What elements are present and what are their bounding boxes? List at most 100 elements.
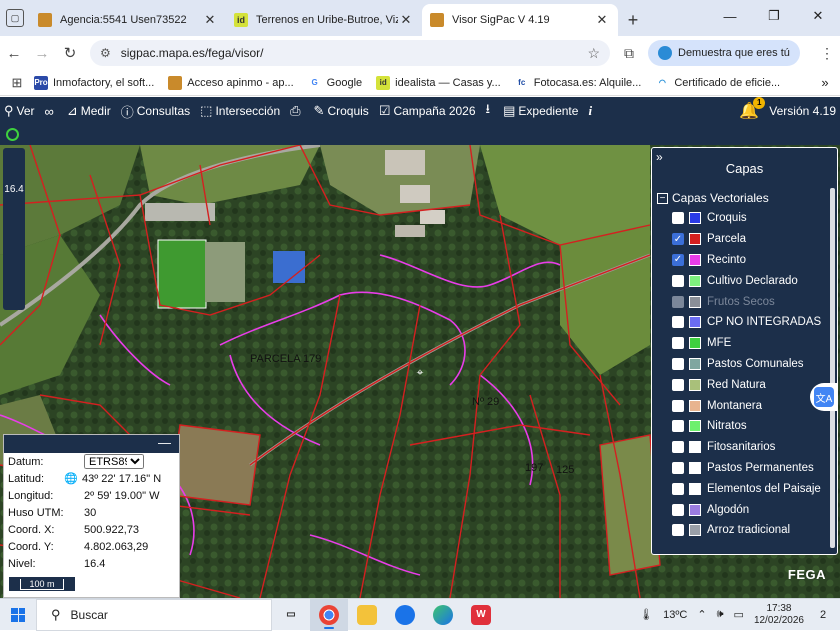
interseccion-button[interactable]: ⬚ Intersección [200,103,280,119]
layer-row[interactable]: ✓ Recinto [652,250,837,271]
more-bookmarks-icon[interactable]: » [810,75,840,90]
site-info-icon[interactable]: ⚙ [100,46,111,60]
layer-row[interactable]: Pastos Comunales [652,354,837,375]
binoculars-button[interactable]: ∞ [45,104,57,119]
taskbar-search[interactable]: ⚲ Buscar [36,598,272,631]
app-red-button[interactable]: W [462,599,500,631]
layer-row[interactable]: CP NO INTEGRADAS [652,312,837,333]
layer-checkbox[interactable] [672,316,684,329]
new-tab-button[interactable]: + [618,4,648,36]
extensions-icon[interactable]: ⧉ [624,45,634,62]
url-field[interactable]: ⚙ sigpac.mapa.es/fega/visor/ ☆ [90,40,610,66]
bookmark-inmofactory[interactable]: Pro Inmofactory, el soft... [34,75,154,90]
chevron-up-icon[interactable]: ⌃ [697,608,706,621]
ver-button[interactable]: ⚲ Ver [4,103,35,119]
layer-row[interactable]: Arroz tradicional [652,520,837,541]
layer-row[interactable]: Cultivo Declarado [652,270,837,291]
bookmark-star-icon[interactable]: ☆ [587,45,600,62]
minimize-window-button[interactable]: — [708,0,752,32]
back-arrow-icon[interactable]: ← [0,45,28,62]
layer-checkbox[interactable] [672,482,684,495]
display-icon[interactable]: ▭ [734,608,744,621]
zoom-level-slider[interactable]: 16.4 [3,148,25,310]
layer-checkbox[interactable] [672,441,684,454]
chrome-taskbar-button[interactable] [310,598,348,631]
layer-row[interactable]: ✓ Parcela [652,229,837,250]
collapse-panel-icon[interactable]: » [656,150,663,164]
clock[interactable]: 17:38 12/02/2026 [754,603,804,627]
edge-button[interactable] [424,599,462,631]
bookmark-certificado[interactable]: ◠ Certificado de eficie... [655,75,780,90]
layer-label: Cultivo Declarado [707,274,798,287]
forward-arrow-icon[interactable]: → [28,45,56,62]
weather-icon[interactable]: 🌡 [639,608,653,621]
layer-checkbox[interactable] [672,399,684,412]
close-window-button[interactable]: ✕ [796,0,840,32]
tab-search-icon[interactable]: ▢ [0,0,30,36]
layer-checkbox[interactable] [672,357,684,370]
croquis-label: Croquis [327,104,369,118]
layer-checkbox[interactable]: ✓ [672,233,684,246]
close-tab-icon[interactable]: ✕ [398,12,414,28]
bookmark-fotocasa[interactable]: fc Fotocasa.es: Alquile... [514,75,642,90]
layer-checkbox[interactable] [672,337,684,350]
task-view-button[interactable]: ▭ [272,599,310,631]
profile-button[interactable]: Demuestra que eres tú [648,40,800,66]
layer-row[interactable]: Elementos del Paisaje [652,478,837,499]
campana-button[interactable]: ☑ Campaña 2026 [379,103,476,119]
layer-row[interactable]: Red Natura [652,374,837,395]
minimize-panel-button[interactable]: — [158,435,171,450]
layers-scrollbar[interactable] [830,188,835,548]
layer-row[interactable]: Croquis [652,208,837,229]
bookmark-google[interactable]: G Google [307,75,362,90]
close-tab-icon[interactable]: ✕ [202,12,218,28]
group-toggle-icon[interactable]: − [657,192,668,204]
bookmark-label: Fotocasa.es: Alquile... [533,76,642,89]
weather-text[interactable]: 13ºC [663,609,687,621]
app-blue-button[interactable] [386,599,424,631]
layer-row[interactable]: Nitratos [652,416,837,437]
bookmark-idealista[interactable]: id idealista — Casas y... [376,75,501,90]
tab-terrenos[interactable]: id Terrenos en Uribe-Butroe, Vizca ✕ [226,4,422,36]
bookmark-apinmo[interactable]: Acceso apinmo - ap... [168,75,294,90]
consultas-button[interactable]: ⓘ Consultas [121,102,190,121]
layer-group-vectoriales[interactable]: − Capas Vectoriales [652,188,837,208]
layer-checkbox[interactable]: ✓ [672,253,684,266]
globe-icon[interactable]: 🌐 [64,472,82,485]
apps-grid-icon[interactable]: ⊞ [0,75,34,91]
layer-row[interactable]: MFE [652,333,837,354]
file-explorer-button[interactable] [348,599,386,631]
translate-button[interactable]: 文A [810,383,838,411]
start-button[interactable] [0,599,36,631]
layer-checkbox[interactable] [672,274,684,287]
bell-icon[interactable]: 🔔 1 [739,97,766,121]
reload-icon[interactable]: ↻ [56,44,84,62]
browser-menu-icon[interactable]: ⋮ [814,45,840,62]
layer-checkbox[interactable] [672,503,684,516]
layer-checkbox[interactable] [672,295,684,308]
notifications-icon[interactable]: 2 [812,606,834,624]
download-button[interactable]: ⭳ [486,100,494,122]
layer-row[interactable]: Algodón [652,499,837,520]
tab-agencia[interactable]: Agencia:5541 Usen73522 ✕ [30,4,226,36]
search-placeholder: Buscar [70,607,108,622]
info-italic-button[interactable]: i [588,103,595,119]
tab-visor-sigpac[interactable]: Visor SigPac V 4.19 ✕ [422,4,618,36]
volume-icon[interactable]: 🕪 [717,608,724,621]
croquis-button[interactable]: ✎ Croquis [314,103,369,119]
close-tab-icon[interactable]: ✕ [594,12,610,28]
layer-checkbox[interactable] [672,378,684,391]
layer-checkbox[interactable] [672,212,684,225]
datum-select[interactable]: ETRS89 [84,454,144,469]
expediente-button[interactable]: ▤ Expediente [503,103,578,119]
layer-row[interactable]: Pastos Permanentes [652,458,837,479]
print-button[interactable]: ⎙ [290,103,303,119]
layer-checkbox[interactable] [672,461,684,474]
layer-checkbox[interactable] [672,524,684,537]
layer-row[interactable]: Frutos Secos [652,291,837,312]
layer-checkbox[interactable] [672,420,684,433]
layer-row[interactable]: Fitosanitarios [652,437,837,458]
layer-label: CP NO INTEGRADAS [707,316,822,329]
maximize-window-button[interactable]: ❐ [752,0,796,32]
medir-button[interactable]: ⊿ Medir [67,103,111,119]
